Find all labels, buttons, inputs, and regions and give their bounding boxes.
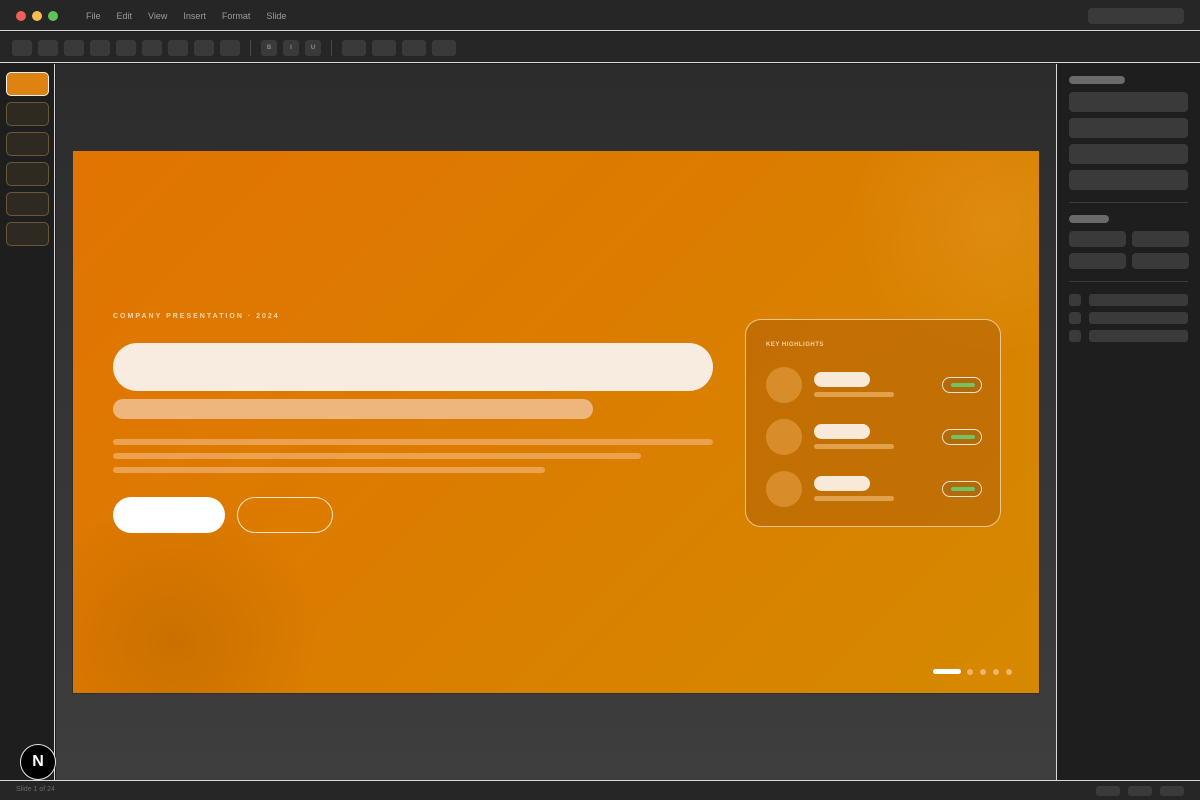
- option-label-placeholder: [1089, 330, 1188, 342]
- option-label-placeholder: [1089, 312, 1188, 324]
- property-field[interactable]: [1069, 118, 1188, 138]
- slide-thumbnail[interactable]: [6, 222, 49, 246]
- slide-primary-button[interactable]: [113, 497, 225, 533]
- highlight-title-placeholder: [814, 476, 870, 491]
- menu-format[interactable]: Format: [222, 11, 251, 21]
- status-indicator: [951, 435, 975, 439]
- search-box[interactable]: [1088, 8, 1184, 24]
- slide-body-line: [113, 439, 713, 445]
- toolbar-button-5[interactable]: [116, 40, 136, 56]
- menu-slide[interactable]: Slide: [266, 11, 286, 21]
- property-field[interactable]: [1069, 231, 1126, 247]
- slide-headline-placeholder[interactable]: [113, 343, 713, 391]
- menu-insert[interactable]: Insert: [183, 11, 206, 21]
- highlight-row: [766, 471, 982, 507]
- panel-divider: [1069, 281, 1188, 282]
- slide-background-glow: [73, 511, 333, 693]
- toolbar-button-6[interactable]: [142, 40, 162, 56]
- property-field[interactable]: [1132, 231, 1189, 247]
- properties-panel: [1056, 64, 1200, 780]
- status-indicator: [951, 487, 975, 491]
- slide-body-line: [113, 467, 545, 473]
- menu-file[interactable]: File: [86, 11, 101, 21]
- pagination-dot[interactable]: [1006, 669, 1012, 675]
- slide-eyebrow: COMPANY PRESENTATION · 2024: [113, 313, 280, 320]
- highlight-subtitle-placeholder: [814, 496, 894, 501]
- highlight-title-placeholder: [814, 424, 870, 439]
- pagination-dot[interactable]: [993, 669, 999, 675]
- toolbar-button-8[interactable]: [194, 40, 214, 56]
- slide-thumbnail[interactable]: [6, 132, 49, 156]
- pagination-dot-active[interactable]: [933, 669, 961, 674]
- property-field[interactable]: [1132, 253, 1189, 269]
- title-bar: File Edit View Insert Format Slide: [0, 0, 1200, 31]
- property-field[interactable]: [1069, 92, 1188, 112]
- toolbar-divider: [331, 40, 332, 56]
- pagination-dot[interactable]: [967, 669, 973, 675]
- option-checkbox[interactable]: [1069, 330, 1081, 342]
- toolbar-divider: [250, 40, 251, 56]
- italic-button[interactable]: I: [283, 40, 299, 56]
- highlight-title-placeholder: [814, 372, 870, 387]
- highlight-row: [766, 419, 982, 455]
- option-label-placeholder: [1089, 294, 1188, 306]
- slide[interactable]: COMPANY PRESENTATION · 2024 KEY HIGHLIGH…: [72, 150, 1040, 694]
- status-bar: Slide 1 of 24: [0, 780, 1200, 800]
- slide-counter: Slide 1 of 24: [16, 786, 55, 793]
- property-field[interactable]: [1069, 253, 1126, 269]
- status-indicator: [951, 383, 975, 387]
- toolbar-button-9[interactable]: [220, 40, 240, 56]
- slide-thumbnail[interactable]: [6, 102, 49, 126]
- maximize-window-button[interactable]: [48, 11, 58, 21]
- status-badge: [942, 377, 982, 393]
- property-field[interactable]: [1069, 144, 1188, 164]
- panel-divider: [1069, 202, 1188, 203]
- status-bar-button[interactable]: [1128, 786, 1152, 796]
- highlight-avatar: [766, 367, 802, 403]
- status-bar-button[interactable]: [1096, 786, 1120, 796]
- panel-section-heading: [1069, 215, 1109, 223]
- slide-body-line: [113, 453, 641, 459]
- status-badge: [942, 429, 982, 445]
- menu-edit[interactable]: Edit: [117, 11, 133, 21]
- bold-button[interactable]: B: [261, 40, 277, 56]
- slide-secondary-button[interactable]: [237, 497, 333, 533]
- property-field[interactable]: [1069, 170, 1188, 190]
- option-checkbox[interactable]: [1069, 312, 1081, 324]
- highlight-avatar: [766, 419, 802, 455]
- toolbar-button-11[interactable]: [372, 40, 396, 56]
- menu-bar: File Edit View Insert Format Slide: [86, 11, 286, 21]
- toolbar-button-7[interactable]: [168, 40, 188, 56]
- toolbar-button-2[interactable]: [38, 40, 58, 56]
- highlight-subtitle-placeholder: [814, 444, 894, 449]
- underline-button[interactable]: U: [305, 40, 321, 56]
- key-highlights-card[interactable]: KEY HIGHLIGHTS: [745, 319, 1001, 527]
- toolbar-button-12[interactable]: [402, 40, 426, 56]
- option-checkbox[interactable]: [1069, 294, 1081, 306]
- toolbar-button-13[interactable]: [432, 40, 456, 56]
- minimize-window-button[interactable]: [32, 11, 42, 21]
- menu-view[interactable]: View: [148, 11, 167, 21]
- card-title: KEY HIGHLIGHTS: [766, 342, 824, 348]
- toolbar-button-10[interactable]: [342, 40, 366, 56]
- status-badge: [942, 481, 982, 497]
- slide-thumbnail[interactable]: [6, 192, 49, 216]
- toolbar-button-1[interactable]: [12, 40, 32, 56]
- slide-thumbnails-panel: [0, 64, 55, 780]
- highlight-avatar: [766, 471, 802, 507]
- slide-thumbnail[interactable]: [6, 162, 49, 186]
- panel-section-heading: [1069, 76, 1125, 84]
- status-bar-button[interactable]: [1160, 786, 1184, 796]
- highlight-row: [766, 367, 982, 403]
- slide-subheadline-placeholder[interactable]: [113, 399, 593, 419]
- toolbar: B I U: [0, 32, 1200, 63]
- toolbar-button-3[interactable]: [64, 40, 84, 56]
- close-window-button[interactable]: [16, 11, 26, 21]
- highlight-subtitle-placeholder: [814, 392, 894, 397]
- toolbar-button-4[interactable]: [90, 40, 110, 56]
- pagination-dot[interactable]: [980, 669, 986, 675]
- app-logo-icon[interactable]: N: [20, 744, 56, 780]
- slide-thumbnail[interactable]: [6, 72, 49, 96]
